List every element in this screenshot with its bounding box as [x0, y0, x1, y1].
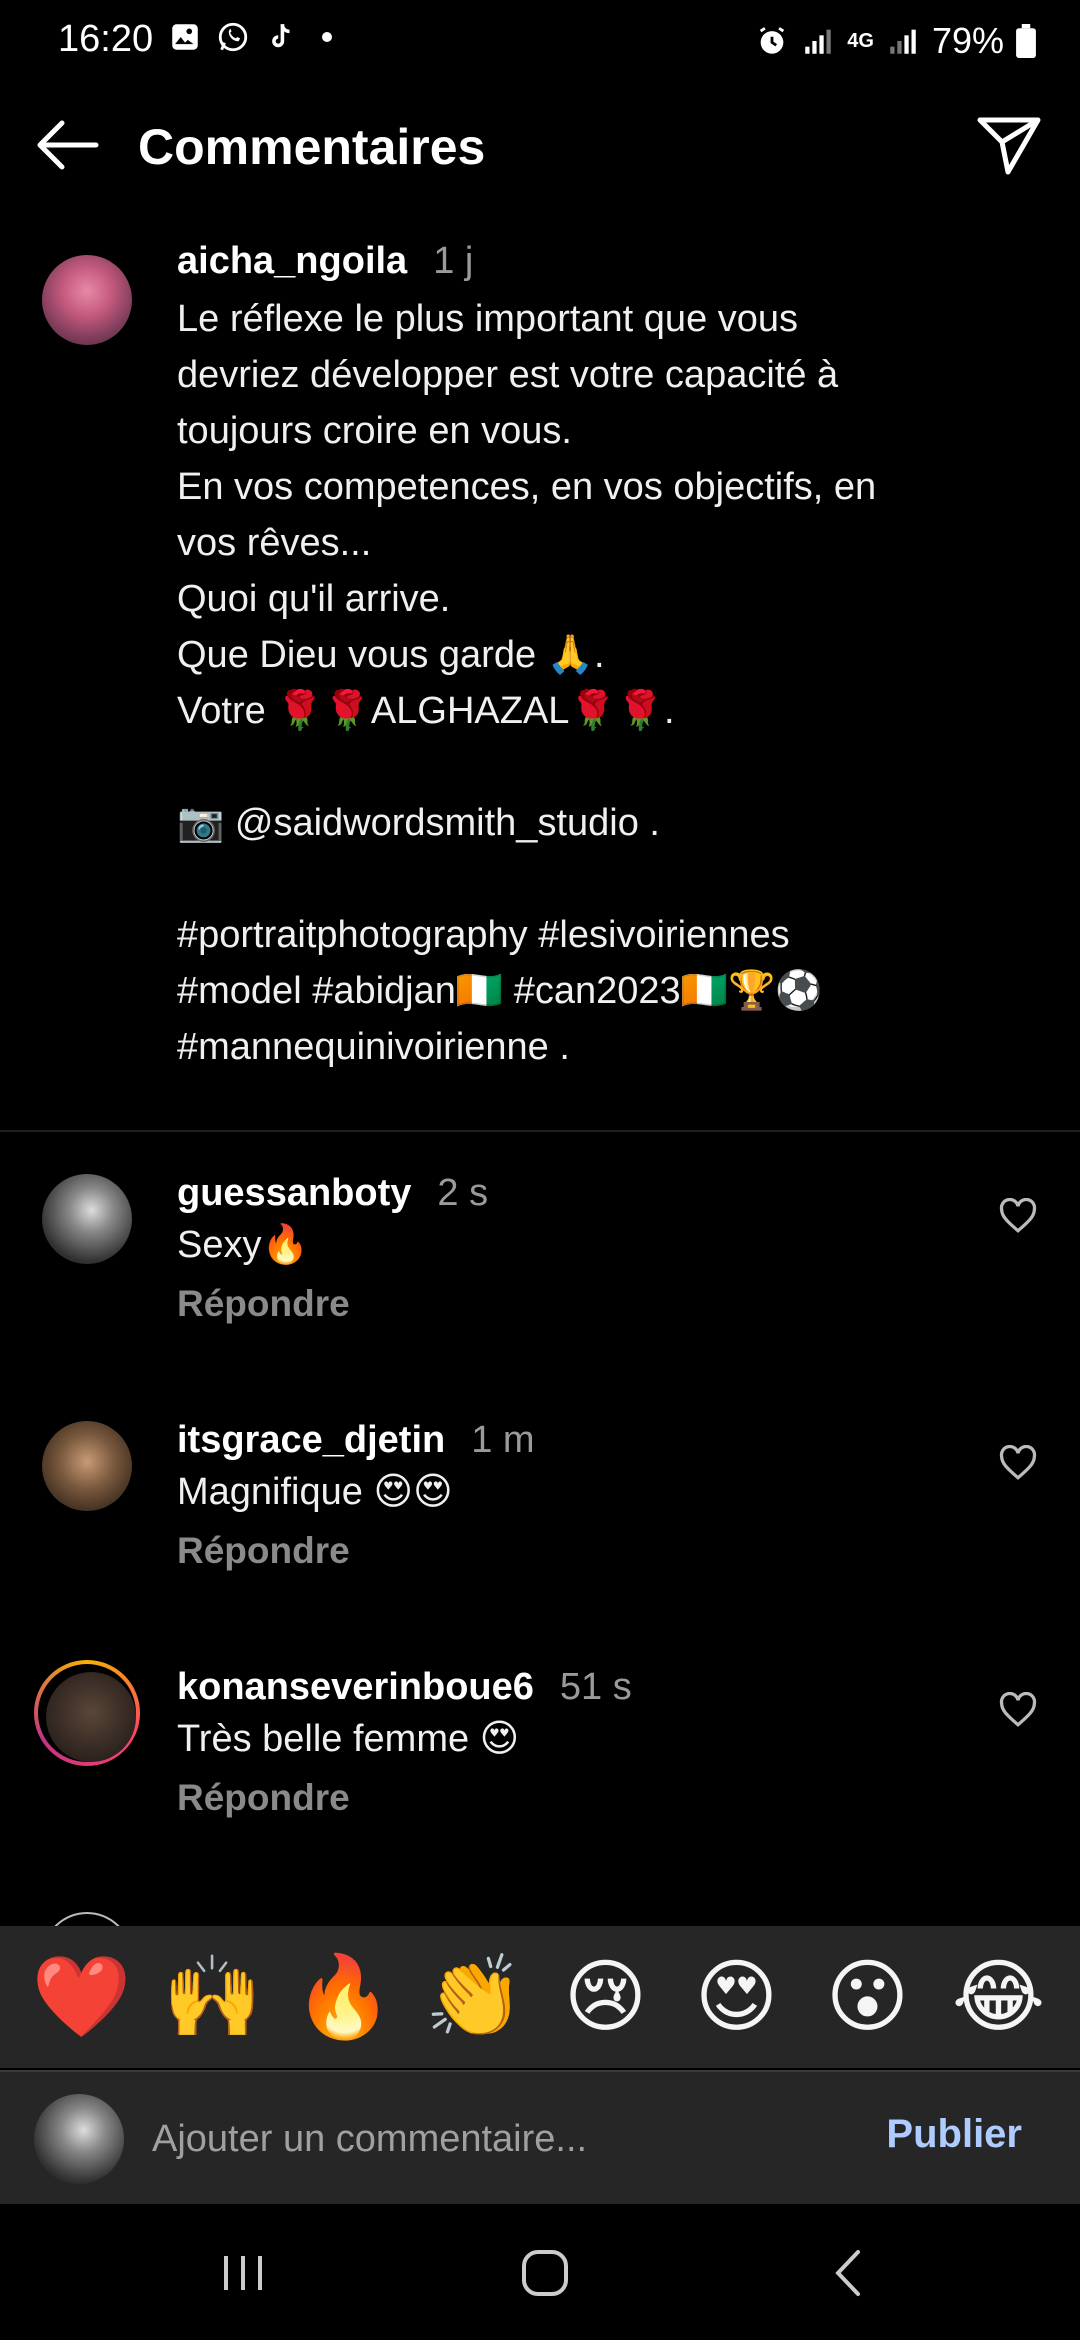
emoji-surprised[interactable]: 😮: [818, 1947, 918, 2047]
comment-body: guessanboty 2 s Sexy🔥 Répondre: [177, 1172, 957, 1325]
caption-time: 1 j: [433, 240, 474, 282]
avatar[interactable]: [42, 255, 132, 345]
system-icons: 4G 79%: [755, 20, 1036, 62]
comment-input[interactable]: [152, 2102, 852, 2176]
comment-username[interactable]: itsgrace_djetin: [177, 1419, 445, 1461]
network-type: 4G: [847, 29, 874, 52]
comment-time: 51 s: [559, 1666, 632, 1708]
comment-body: konanseverinboue6 51 s Très belle femme 😍…: [177, 1666, 957, 1819]
battery-percent: 79%: [931, 20, 1004, 61]
avatar[interactable]: [42, 1421, 132, 1511]
avatar: [34, 2094, 124, 2184]
share-icon[interactable]: [974, 112, 1044, 178]
comment-item: itsgrace_djetin 1 m Magnifique 😍😍 Répondr…: [0, 1419, 1080, 1619]
divider: [0, 1130, 1080, 1132]
emoji-heart-eyes[interactable]: 😍: [687, 1947, 787, 2047]
alarm-icon: [760, 27, 785, 54]
avatar[interactable]: [42, 1174, 132, 1264]
reply-button[interactable]: Répondre: [177, 1283, 957, 1325]
status-bar: 16:20 4G 79%: [0, 0, 1080, 86]
like-heart-icon[interactable]: [998, 1198, 1038, 1234]
emoji-clap[interactable]: 👏: [425, 1947, 525, 2047]
like-heart-icon[interactable]: [998, 1692, 1038, 1728]
whatsapp-icon: [218, 22, 248, 52]
back-arrow-icon[interactable]: [32, 114, 102, 176]
emoji-laughing[interactable]: 😂: [949, 1947, 1049, 2047]
comment-composer: Publier: [0, 2070, 1080, 2204]
comment-text: Sexy🔥: [177, 1224, 309, 1266]
comment-text: Très belle femme 😍: [177, 1718, 520, 1760]
page-title: Commentaires: [138, 119, 486, 175]
recent-apps-icon[interactable]: [208, 2238, 278, 2308]
comment-time: 2 s: [437, 1172, 489, 1214]
caption-body: aicha_ngoila 1 j Le réflexe le plus impor…: [177, 240, 977, 1075]
comment-item-partial: [0, 1906, 1080, 1926]
reply-button[interactable]: Répondre: [177, 1777, 957, 1819]
caption-username[interactable]: aicha_ngoila: [177, 240, 407, 282]
emoji-heart[interactable]: ❤️: [32, 1947, 132, 2047]
status-time: 16:20: [58, 18, 154, 60]
reply-button[interactable]: Répondre: [177, 1530, 957, 1572]
comment-time: 1 m: [471, 1419, 535, 1461]
home-icon[interactable]: [510, 2238, 580, 2308]
header: Commentaires: [0, 100, 1080, 190]
avatar: [42, 1912, 132, 1926]
comment-text: Magnifique 😍😍: [177, 1471, 453, 1513]
comment-username[interactable]: guessanboty: [177, 1172, 411, 1214]
system-nav-bar: [0, 2206, 1080, 2340]
emoji-fire[interactable]: 🔥: [294, 1947, 394, 2047]
gallery-icon: [172, 24, 198, 50]
signal-icon: [805, 29, 831, 54]
comment-item: konanseverinboue6 51 s Très belle femme 😍…: [0, 1660, 1080, 1866]
comment-username[interactable]: konanseverinboue6: [177, 1666, 534, 1708]
nav-back-icon[interactable]: [814, 2238, 884, 2308]
story-ring[interactable]: [34, 1660, 140, 1766]
comment-item: guessanboty 2 s Sexy🔥 Répondre: [0, 1172, 1080, 1372]
publish-button[interactable]: Publier: [886, 2112, 1022, 2157]
notification-icons: [168, 20, 332, 54]
comment-body: itsgrace_djetin 1 m Magnifique 😍😍 Répondr…: [177, 1419, 957, 1572]
emoji-reaction-bar: ❤️ 🙌 🔥 👏 😢 😍 😮 😂: [0, 1926, 1080, 2068]
tiktok-icon: [272, 24, 290, 48]
dot-icon: [322, 32, 332, 42]
battery-icon: [1016, 24, 1036, 58]
avatar[interactable]: [46, 1672, 136, 1762]
emoji-sad[interactable]: 😢: [556, 1947, 656, 2047]
emoji-raised-hands[interactable]: 🙌: [163, 1947, 263, 2047]
caption-text: Le réflexe le plus important que vous de…: [177, 298, 877, 1068]
like-heart-icon[interactable]: [998, 1445, 1038, 1481]
signal-icon: [890, 29, 916, 54]
